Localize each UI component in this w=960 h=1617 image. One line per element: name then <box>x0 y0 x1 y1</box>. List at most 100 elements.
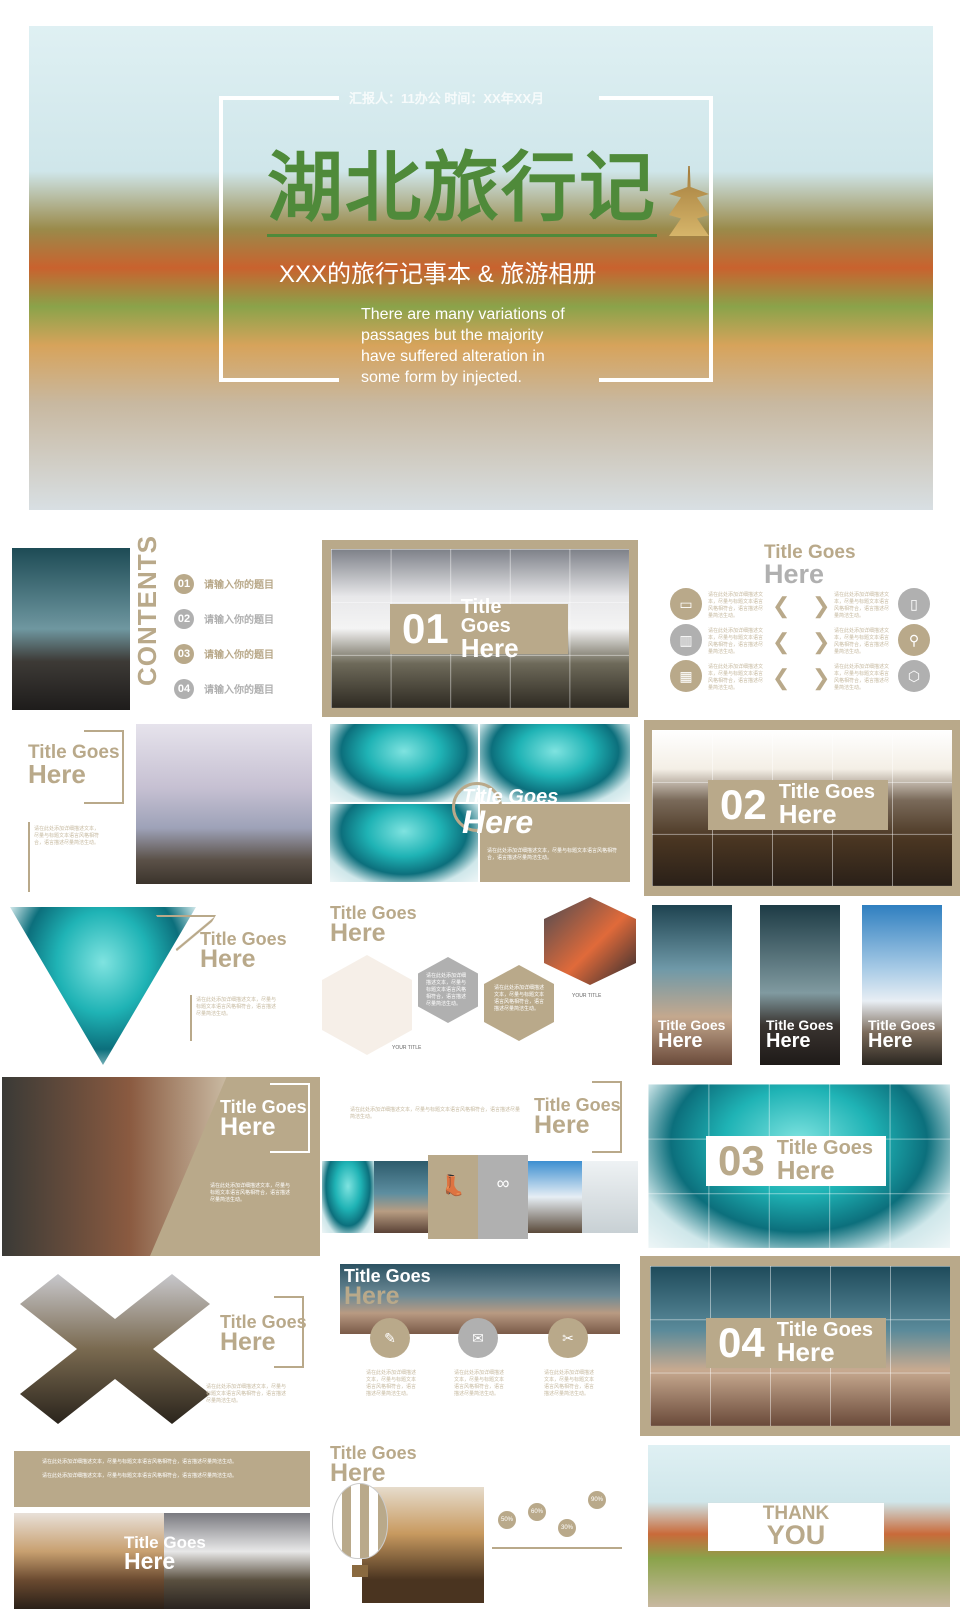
cube-icon: ⬡ <box>898 660 930 692</box>
common-here: Here <box>778 799 837 830</box>
decoration: Title Goes Here <box>330 904 417 946</box>
contents-items-0-label: 请输入你的题目 <box>204 580 274 591</box>
balloon-icon <box>332 1483 388 1559</box>
contents-items-2-num: 03 <box>174 643 194 664</box>
decoration: Title Goes Here <box>462 787 558 840</box>
decoration <box>322 1161 374 1233</box>
icons-slide[interactable]: Title Goes Here ▭ ▥ ▦ ▯ ⚲ ⬡ 请在此处添加详细描述文本，… <box>644 536 954 717</box>
monitor-icon: ▭ <box>670 588 702 620</box>
common-desc: 请在此处添加详细描述文本，尽量与标题文本语言风格相符合，语言描述尽量简洁生动。 <box>834 592 890 619</box>
timeline-slide[interactable]: Title Goes Here 50% 60% 30% 90% <box>322 1441 638 1612</box>
common-desc: 请在此处添加详细描述文本，尽量与标题文本语言风格相符合，语言描述尽量简洁生动。 <box>708 664 764 691</box>
common-desc: 请在此处添加详细描述文本，尽量与标题文本语言风格相符合，语言描述尽量简洁生动。 <box>454 1370 505 1397</box>
common-here: Here <box>868 1030 913 1053</box>
common-desc: 请在此处添加详细描述文本，尽量与标题文本语言风格相符合，语言描述尽量简洁生动。 <box>834 664 890 691</box>
banner-icons-slide[interactable]: Title Goes Here ✎ ✉ ✂ 请在此处添加详细描述文本，尽量与标题文… <box>322 1260 638 1436</box>
common-desc: 请在此处添加详细描述文本，尽量与标题文本语言风格相符合，语言描述尽量简洁生动。 <box>34 826 100 846</box>
decoration: Title Goes Here <box>460 595 556 663</box>
section-02-slide[interactable]: 02 Title Goes Here <box>644 720 960 896</box>
timeline-point: 50% <box>498 1511 516 1529</box>
common-here: Here <box>200 945 256 974</box>
hiker-photo <box>12 548 130 710</box>
strip-slide[interactable]: 请在此处添加详细描述文本，尽量与标题文本语言风格相符合，语言描述尽量简洁生动。 … <box>322 1077 638 1256</box>
common-here: Here <box>330 1459 386 1488</box>
common-here: Here <box>462 804 534 840</box>
common-title_goes: Title Goes <box>460 595 511 637</box>
common-here: Here <box>344 1282 400 1311</box>
common-here: Here <box>658 1030 703 1053</box>
common-desc: 请在此处添加详细描述文本，尽量与标题文本语言风格相符合，语言描述尽量简洁生动。 <box>544 1370 595 1397</box>
cover-title: 湖北旅行记 <box>267 144 657 237</box>
timeline-point: 30% <box>558 1519 576 1537</box>
cover-body: There are many variations of passages bu… <box>361 306 565 386</box>
decoration <box>322 955 412 1055</box>
city-slide[interactable]: Title Goes Here 请在此处添加详细描述文本，尽量与标题文本语言风格相… <box>6 722 316 892</box>
common-desc: 请在此处添加详细描述文本，尽量与标题文本语言风格相符合，语言描述尽量简洁生动。 <box>210 1183 291 1203</box>
thank-you-slide[interactable]: THANK YOU <box>644 1441 960 1612</box>
decoration <box>599 378 713 382</box>
section-band: 02 Title Goes Here <box>708 780 888 830</box>
summary-slide[interactable]: 请在此处添加详细描述文本，尽量与标题文本语言风格相符合，语言描述尽量简洁生动。 … <box>6 1441 316 1612</box>
location-icon: ⚲ <box>898 624 930 656</box>
traveler-slide[interactable]: Title Goes Here 请在此处添加详细描述文本，尽量与标题文本语言风格相… <box>0 1077 320 1256</box>
decoration: Title Goes Here <box>764 543 856 590</box>
common-here: Here <box>776 1337 835 1368</box>
shoe-icon: 👢 <box>428 1155 478 1239</box>
contents-items-3-label: 请输入你的题目 <box>204 685 274 696</box>
common-here: Here <box>460 632 519 663</box>
contents-list: 01 请输入你的题目 02 请输入你的题目 03 请输入你的题目 04 请输入你的题目 <box>174 566 274 706</box>
section-03-slide[interactable]: 03 Title Goes Here <box>644 1080 960 1256</box>
wave-slide[interactable]: Title Goes Here 请在此处添加详细描述文本，尽量与标题文本语言风格相… <box>322 722 638 892</box>
contents-items-2-label: 请输入你的题目 <box>204 650 274 661</box>
common-here: Here <box>776 1155 835 1186</box>
your-title-label: YOUR TITLE <box>572 993 602 999</box>
decoration: Title Goes Here <box>778 782 875 830</box>
contents-item[interactable]: 02 请输入你的题目 <box>174 601 274 636</box>
decoration <box>28 822 30 892</box>
triangle-slide[interactable]: Title Goes Here 请在此处添加详细描述文本，尽量与标题文本语言风格相… <box>6 897 316 1072</box>
decoration: Title Goes Here <box>344 1267 431 1311</box>
diamond-collage-photo <box>20 1274 210 1424</box>
sections-2-num: 03 <box>718 1137 765 1184</box>
decoration <box>582 1161 638 1233</box>
contents-items-1-num: 02 <box>174 608 194 629</box>
common-desc: 请在此处添加详细描述文本，尽量与标题文本语言风格相符合，语言描述尽量简洁生动。 <box>206 1384 287 1404</box>
decoration: Title Goes Here <box>220 1313 307 1357</box>
chart-icon: ▥ <box>670 624 702 656</box>
photo-cards-slide[interactable]: Title Goes Here Title Goes Here Title Goes… <box>644 897 960 1072</box>
section-band: 04 Title Goes Here <box>706 1318 886 1368</box>
hexagon-slide[interactable]: Title Goes Here 请在此处添加详细描述文本，尽量与标题文本语言风格相… <box>322 897 638 1072</box>
decoration: Title Goes Here <box>658 1018 725 1053</box>
common-desc: 请在此处添加详细描述文本，尽量与标题文本语言风格相符合，语言描述尽量简洁生动。 <box>366 1370 417 1397</box>
section-band: 03 Title Goes Here <box>706 1136 886 1186</box>
contents-items-0-num: 01 <box>174 573 194 594</box>
common-desc: 请在此处添加详细描述文本，尽量与标题文本语言风格相符合，语言描述尽量简洁生动。 <box>708 592 764 619</box>
section-04-slide[interactable]: 04 Title Goes Here <box>640 1256 960 1436</box>
common-here: Here <box>764 559 825 590</box>
phone-icon: ▯ <box>898 588 930 620</box>
decoration <box>190 995 192 1041</box>
contents-item[interactable]: 03 请输入你的题目 <box>174 636 274 671</box>
common-desc: 请在此处添加详细描述文本，尽量与标题文本语言风格相符合，语言描述尽量简洁生动。 <box>350 1107 521 1120</box>
section-01-slide[interactable]: 01 Title Goes Here <box>322 540 638 717</box>
decoration: Title Goes Here <box>124 1534 206 1573</box>
common-desc: 请在此处添加详细描述文本，尽量与标题文本语言风格相符合，语言描述尽量简洁生动。 <box>834 628 890 655</box>
sunset-hexagon-photo <box>544 897 636 985</box>
contents-heading: CONTENTS <box>132 536 162 686</box>
decoration <box>528 1161 582 1233</box>
section-band: 01 Title Goes Here <box>390 597 568 660</box>
tools-icon: ✂ <box>548 1318 588 1358</box>
sections-1-num: 02 <box>720 781 767 828</box>
contents-item[interactable]: 04 请输入你的题目 <box>174 671 274 706</box>
decoration: Title Goes Here <box>868 1018 935 1053</box>
cover-subtitle: XXX的旅行记事本 & 旅游相册 <box>279 261 597 288</box>
common-here: Here <box>220 1328 276 1357</box>
common-desc: 请在此处添加详细描述文本，尽量与标题文本语言风格相符合，语言描述尽量简洁生动。 <box>42 1473 238 1479</box>
decoration <box>374 1161 428 1233</box>
timeline-point: 90% <box>588 1491 606 1509</box>
contents-slide[interactable]: CONTENTS 01 请输入你的题目 02 请输入你的题目 03 请输入你的题目 0… <box>6 536 316 717</box>
contents-item[interactable]: 01 请输入你的题目 <box>174 566 274 601</box>
common-desc: 请在此处添加详细描述文本，尽量与标题文本语言风格相符合，语言描述尽量简洁生动。 <box>494 985 545 1012</box>
collage-slide[interactable]: Title Goes Here 请在此处添加详细描述文本，尽量与标题文本语言风格相… <box>6 1260 316 1436</box>
cover-slide[interactable]: 汇报人：11办公 时间：XX年XX月 湖北旅行记 XXX的旅行记事本 & 旅游相… <box>29 26 933 510</box>
